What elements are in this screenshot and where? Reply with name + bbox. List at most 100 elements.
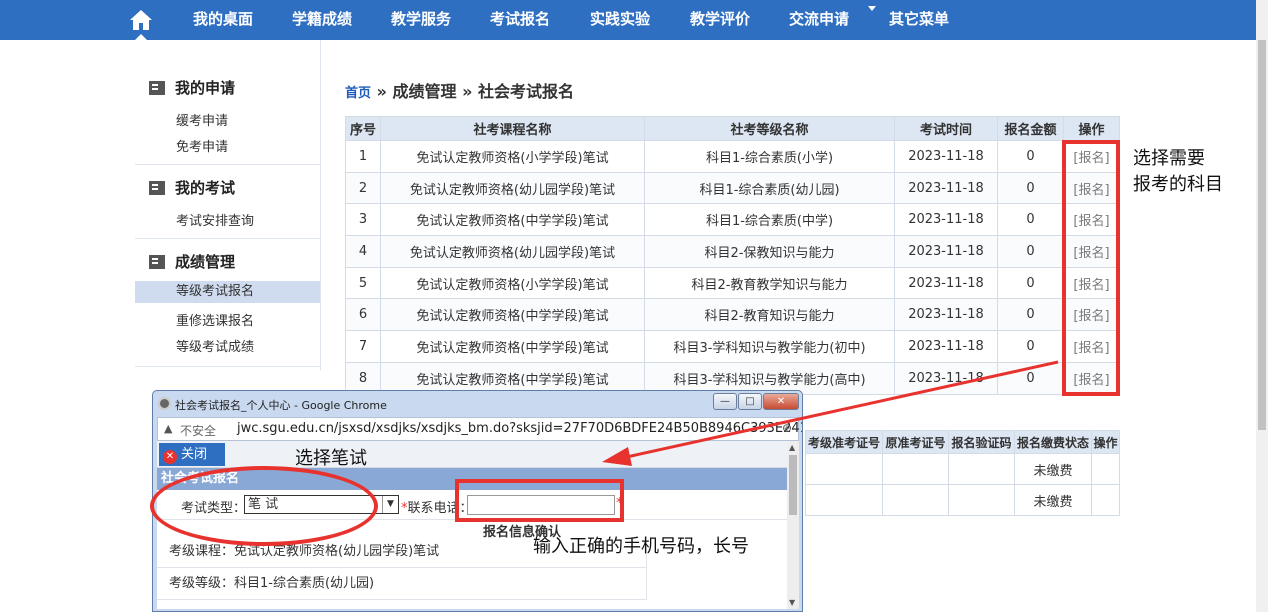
home-icon[interactable]	[129, 9, 153, 31]
cell-index: 4	[345, 235, 381, 268]
annotation-exam-type-ellipse	[150, 466, 378, 546]
table-row: 2 免试认定教师资格(幼儿园学段)笔试 科目1-综合素质(幼儿园) 2023-11-1…	[345, 171, 1120, 205]
cell-course: 免试认定教师资格(小学学段)笔试	[380, 140, 645, 173]
page-scrollbar[interactable]	[1256, 0, 1268, 612]
scroll-up-icon[interactable]: ▲	[789, 443, 795, 452]
cell-date: 2023-11-18	[894, 140, 998, 173]
table-row: 1 免试认定教师资格(小学学段)笔试 科目1-综合素质(小学) 2023-11-18 0…	[345, 140, 1120, 173]
cell-index: 3	[345, 203, 381, 237]
breadcrumb-section: 成绩管理	[392, 82, 457, 101]
popup-scroll-thumb[interactable]	[789, 455, 797, 515]
top-nav: 我的桌面 学籍成绩 教学服务 考试报名 实践实验 教学评价 交流申请 其它菜单	[0, 0, 1256, 40]
window-close-button[interactable]: ✕	[763, 393, 799, 410]
sidebar-item-exam-schedule[interactable]: 考试安排查询	[176, 210, 254, 229]
cell-date: 2023-11-18	[894, 203, 998, 237]
breadcrumb-sep: »	[462, 82, 473, 101]
table-row: 未缴费	[805, 484, 1120, 516]
cell-date: 2023-11-18	[894, 330, 998, 363]
table-row: 7 免试认定教师资格(中学学段)笔试 科目3-学科知识与教学能力(初中) 2023-1…	[345, 330, 1120, 363]
sidebar-group-grade-mgmt: 成绩管理	[149, 251, 235, 273]
cell-date: 2023-11-18	[894, 361, 998, 395]
cell-course: 免试认定教师资格(中学学段)笔试	[380, 330, 645, 363]
popup-toolbar: ✕ 关闭	[157, 441, 787, 468]
nav-exam-registration[interactable]: 考试报名	[490, 0, 550, 40]
scroll-down-icon[interactable]: ▼	[789, 598, 795, 607]
table-cell	[948, 453, 1015, 485]
page-scroll-thumb[interactable]	[1258, 40, 1266, 430]
nav-exchange-apply[interactable]: 交流申请	[789, 0, 849, 40]
exam-table: 序号 社考课程名称 社考等级名称 考试时间 报名金额 操作 1 免试认定教师资格(…	[345, 116, 1120, 395]
col-header-fee: 报名金额	[997, 116, 1064, 141]
sidebar-item-level-exam-register[interactable]: 等级考试报名	[135, 281, 320, 303]
cell-date: 2023-11-18	[894, 171, 998, 205]
registration-status-table: 考级准考证号 原准考证号 报名验证码 报名缴费状态 操作 未缴费 未缴费	[805, 430, 1120, 516]
cell-fee: 0	[997, 140, 1064, 173]
sidebar-item-retake-register[interactable]: 重修选课报名	[176, 310, 254, 329]
address-bar[interactable]: ▲ 不安全 jwc.sgu.edu.cn/jsxsd/xsdjks/xsdjks…	[157, 417, 802, 441]
minimize-button[interactable]: —	[713, 393, 737, 410]
table-cell	[805, 453, 883, 485]
cell-fee: 0	[997, 171, 1064, 205]
nav-teaching-eval[interactable]: 教学评价	[690, 0, 750, 40]
col-header-pay-status: 报名缴费状态	[1014, 430, 1092, 454]
nav-my-desk[interactable]: 我的桌面	[193, 0, 253, 40]
table-row: 未缴费	[805, 453, 1120, 485]
close-icon: ✕	[163, 450, 177, 464]
table-row: 6 免试认定教师资格(中学学段)笔试 科目2-教育知识与能力 2023-11-18 0[…	[345, 298, 1120, 332]
sidebar-divider	[135, 238, 320, 239]
table-cell	[805, 484, 883, 516]
table-cell: 未缴费	[1014, 453, 1092, 485]
sidebar-item-level-exam-scores[interactable]: 等级考试成绩	[176, 336, 254, 355]
table-cell	[882, 484, 949, 516]
sidebar-divider	[135, 366, 320, 367]
cell-fee: 0	[997, 266, 1064, 300]
zoom-icon[interactable]: ⊕	[782, 421, 792, 435]
info-row-level: 考级等级：科目1-综合素质(幼儿园)	[157, 568, 647, 600]
annotation-enter-phone: 输入正确的手机号码，长号	[533, 536, 749, 557]
col-header-verify-code: 报名验证码	[948, 430, 1015, 454]
chevron-down-icon: ▼	[382, 496, 398, 513]
table-row: 3 免试认定教师资格(中学学段)笔试 科目1-综合素质(中学) 2023-11-18 0…	[345, 203, 1120, 237]
cell-fee: 0	[997, 330, 1064, 363]
cell-index: 6	[345, 298, 381, 332]
breadcrumb-sep: »	[376, 82, 387, 101]
cell-course: 免试认定教师资格(小学学段)笔试	[380, 266, 645, 300]
col-header-level-ticket: 考级准考证号	[805, 430, 883, 454]
sidebar-item-defer-exam[interactable]: 缓考申请	[176, 110, 228, 129]
col-header-action: 操作	[1063, 116, 1120, 141]
cell-fee: 0	[997, 235, 1064, 268]
maximize-button[interactable]: □	[738, 393, 762, 410]
popup-scrollbar[interactable]: ▲ ▼	[787, 441, 799, 609]
sidebar-item-exempt-exam[interactable]: 免考申请	[176, 136, 228, 155]
col-header-index: 序号	[345, 116, 381, 141]
cell-level: 科目3-学科知识与教学能力(初中)	[644, 330, 895, 363]
nav-other-menu[interactable]: 其它菜单	[889, 0, 949, 40]
cell-level: 科目2-教育教学知识与能力	[644, 266, 895, 300]
window-titlebar[interactable]: 社会考试报名_个人中心 - Google Chrome — □ ✕	[153, 391, 802, 417]
table-row: 5 免试认定教师资格(小学学段)笔试 科目2-教育教学知识与能力 2023-11-18…	[345, 266, 1120, 300]
sidebar: 我的申请 缓考申请 免考申请 我的考试 考试安排查询 成绩管理 等级考试报名 重…	[135, 40, 321, 370]
cell-level: 科目1-综合素质(小学)	[644, 140, 895, 173]
page-title: 社会考试报名	[478, 82, 575, 101]
cell-date: 2023-11-18	[894, 235, 998, 268]
nav-teaching-service[interactable]: 教学服务	[391, 0, 451, 40]
list-icon	[149, 255, 165, 269]
cell-index: 1	[345, 140, 381, 173]
close-button[interactable]: ✕ 关闭	[159, 443, 225, 466]
col-header-date: 考试时间	[894, 116, 998, 141]
nav-status-grades[interactable]: 学籍成绩	[292, 0, 352, 40]
nav-practice-lab[interactable]: 实践实验	[590, 0, 650, 40]
url-text[interactable]: jwc.sgu.edu.cn/jsxsd/xsdjks/xsdjks_bm.do…	[237, 421, 802, 436]
annotation-select-subject: 选择需要 报考的科目	[1133, 148, 1223, 195]
cell-index: 5	[345, 266, 381, 300]
breadcrumb-home-link[interactable]: 首页	[345, 86, 371, 101]
table-cell	[948, 484, 1015, 516]
table-row: 4 免试认定教师资格(幼儿园学段)笔试 科目2-保教知识与能力 2023-11-18 0…	[345, 235, 1120, 268]
cell-fee: 0	[997, 298, 1064, 332]
cell-fee: 0	[997, 203, 1064, 237]
sidebar-group-my-apply: 我的申请	[149, 77, 235, 99]
col-header-course: 社考课程名称	[380, 116, 645, 141]
list-icon	[149, 181, 165, 195]
table-cell	[1091, 484, 1120, 516]
sidebar-group-my-exam: 我的考试	[149, 177, 235, 199]
